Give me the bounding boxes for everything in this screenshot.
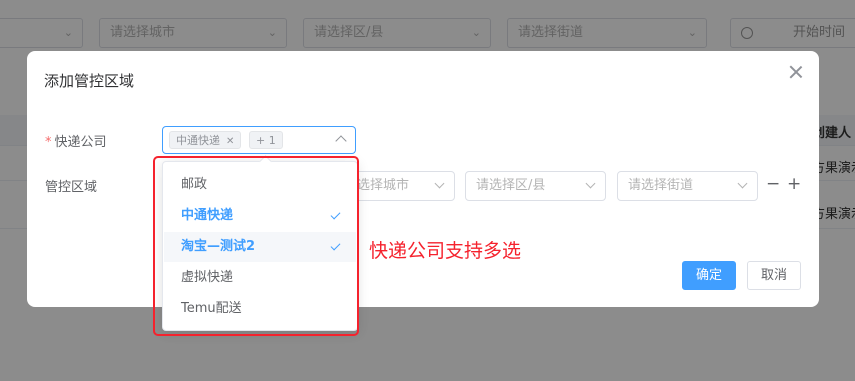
chevron-down-icon — [434, 178, 445, 189]
chevron-down-icon — [737, 178, 748, 189]
dialog-title: 添加管控区域 — [44, 72, 135, 90]
confirm-button[interactable]: 确定 — [682, 261, 736, 290]
add-area-button[interactable]: + — [787, 174, 801, 194]
express-company-select[interactable]: 中通快递 ✕ + 1 — [162, 126, 356, 154]
cancel-button[interactable]: 取消 — [747, 261, 801, 290]
close-icon[interactable] — [789, 65, 803, 79]
district-placeholder: 请选择区/县 — [476, 178, 546, 193]
selected-tag: 中通快递 ✕ — [169, 131, 242, 149]
street-select[interactable]: 请选择街道 — [617, 171, 758, 201]
selected-tag-label: 中通快递 — [176, 134, 220, 147]
street-placeholder: 请选择街道 — [628, 178, 694, 193]
collapsed-count-tag: + 1 — [249, 131, 283, 149]
required-mark: * — [45, 135, 52, 150]
express-company-label: * 快递公司 — [45, 131, 107, 150]
chevron-up-icon — [335, 135, 347, 147]
chevron-down-icon — [585, 178, 596, 189]
express-company-label-text: 快递公司 — [54, 135, 107, 150]
multi-select-annotation: 快递公司支持多选 — [369, 240, 522, 262]
add-control-area-dialog: 添加管控区域 * 快递公司 中通快递 ✕ + 1 管控区域 请选择城市 请选择区/县… — [27, 51, 819, 307]
annotation-highlight-box — [153, 156, 359, 336]
remove-area-button[interactable]: − — [766, 174, 780, 194]
district-select[interactable]: 请选择区/县 — [465, 171, 606, 201]
control-area-label: 管控区域 — [45, 180, 98, 195]
close-icon[interactable]: ✕ — [226, 136, 234, 147]
